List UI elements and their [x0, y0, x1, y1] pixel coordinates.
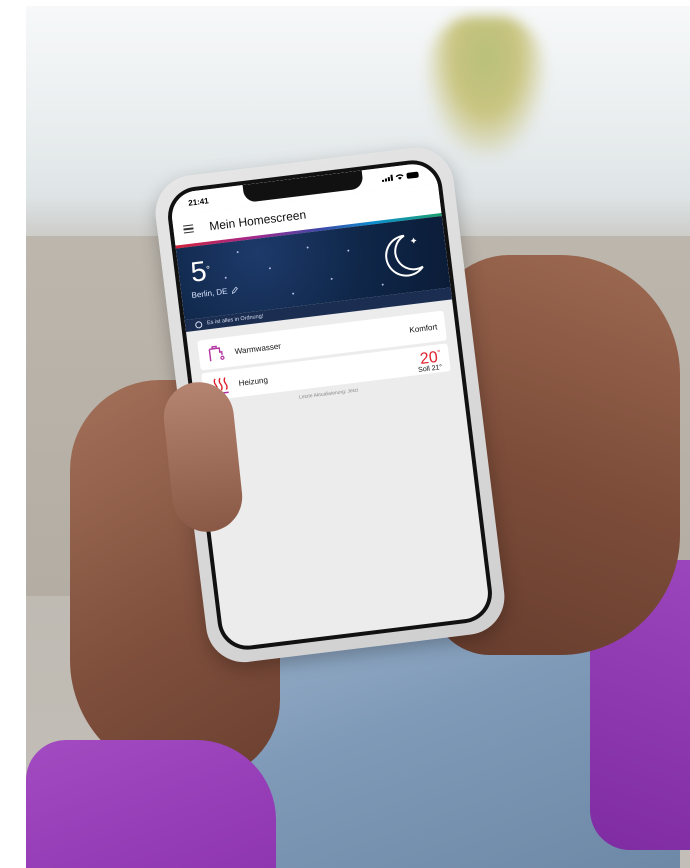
heating-values: 20° Soll 21° — [415, 345, 443, 375]
sleeve-left — [26, 740, 276, 868]
heating-setpoint: Soll 21° — [417, 364, 443, 375]
device-mode: Komfort — [408, 321, 438, 335]
edit-pencil-icon[interactable] — [231, 287, 239, 295]
weather-location[interactable]: Berlin, DE — [191, 285, 239, 300]
photo-background: 21:41 Mein Homescreen 5° Berlin, DE Es i… — [0, 0, 690, 868]
moon-icon — [385, 234, 424, 277]
smile-icon — [194, 320, 203, 329]
battery-icon — [406, 171, 419, 179]
faucet-icon — [208, 345, 225, 362]
weather-temperature: 5° — [188, 255, 211, 288]
plant-blur — [426, 16, 546, 156]
system-status-text: Es ist alles in Ordnung! — [206, 313, 264, 327]
status-icons — [381, 171, 419, 182]
signal-icon — [381, 174, 394, 182]
wifi-icon — [395, 174, 404, 180]
menu-icon[interactable] — [183, 224, 194, 234]
status-time: 21:41 — [187, 195, 210, 208]
page-title: Mein Homescreen — [208, 207, 307, 234]
